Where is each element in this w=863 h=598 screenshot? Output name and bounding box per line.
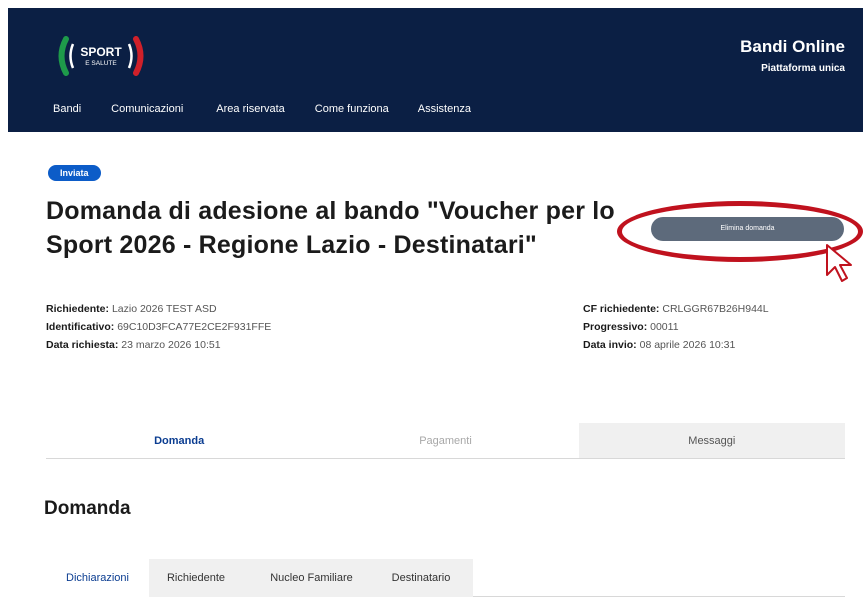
application-meta-left: Richiedente: Lazio 2026 TEST ASD Identif…	[46, 300, 271, 354]
main-tabs: Domanda Pagamenti Messaggi	[46, 423, 845, 459]
mouse-pointer-icon	[826, 244, 852, 282]
subtab-nucleo-familiare[interactable]: Nucleo Familiare	[255, 559, 368, 597]
subtab-destinatario[interactable]: Destinatario	[369, 559, 473, 597]
section-title: Domanda	[44, 498, 131, 519]
meta-row-richiedente: Richiedente: Lazio 2026 TEST ASD	[46, 303, 217, 315]
subtab-richiedente[interactable]: Richiedente	[154, 559, 238, 597]
logo-text-top: SPORT	[80, 45, 122, 59]
meta-row-data-richiesta: Data richiesta: 23 marzo 2026 10:51	[46, 339, 221, 351]
meta-row-identificativo: Identificativo: 69C10D3FCA77E2CE2F931FFE	[46, 321, 272, 333]
status-badge: Inviata	[48, 165, 101, 181]
nav-item-bandi[interactable]: Bandi	[53, 103, 81, 115]
meta-row-progressivo: Progressivo: 00011	[583, 321, 679, 333]
brand-subtitle: Piattaforma unica	[761, 63, 845, 74]
tab-pagamenti[interactable]: Pagamenti	[312, 423, 578, 458]
delete-application-button[interactable]: Elimina domanda	[651, 217, 844, 241]
nav-item-assistenza[interactable]: Assistenza	[418, 103, 471, 115]
sub-tabs: Dichiarazioni Richiedente Nucleo Familia…	[46, 559, 845, 597]
brand-block: Bandi Online Piattaforma unica	[740, 36, 845, 77]
brand-title: Bandi Online	[740, 37, 845, 56]
subtab-dichiarazioni[interactable]: Dichiarazioni	[46, 559, 149, 597]
application-meta-right: CF richiedente: CRLGGR67B26H944L Progres…	[583, 300, 769, 354]
nav-item-area-riservata[interactable]: Area riservata	[216, 103, 284, 115]
main-nav: Bandi Comunicazioni Area riservata Come …	[53, 103, 495, 115]
meta-row-cf-richiedente: CF richiedente: CRLGGR67B26H944L	[583, 303, 769, 315]
sport-e-salute-logo[interactable]: SPORT E SALUTE	[54, 36, 148, 76]
nav-item-comunicazioni[interactable]: Comunicazioni	[111, 103, 183, 115]
tab-domanda[interactable]: Domanda	[46, 423, 312, 458]
nav-item-come-funziona[interactable]: Come funziona	[315, 103, 389, 115]
site-header: SPORT E SALUTE Bandi Online Piattaforma …	[8, 8, 863, 132]
tab-messaggi[interactable]: Messaggi	[578, 423, 845, 458]
page-title: Domanda di adesione al bando "Voucher pe…	[46, 197, 615, 259]
logo-text-bottom: E SALUTE	[85, 60, 117, 67]
meta-row-data-invio: Data invio: 08 aprile 2026 10:31	[583, 339, 736, 351]
